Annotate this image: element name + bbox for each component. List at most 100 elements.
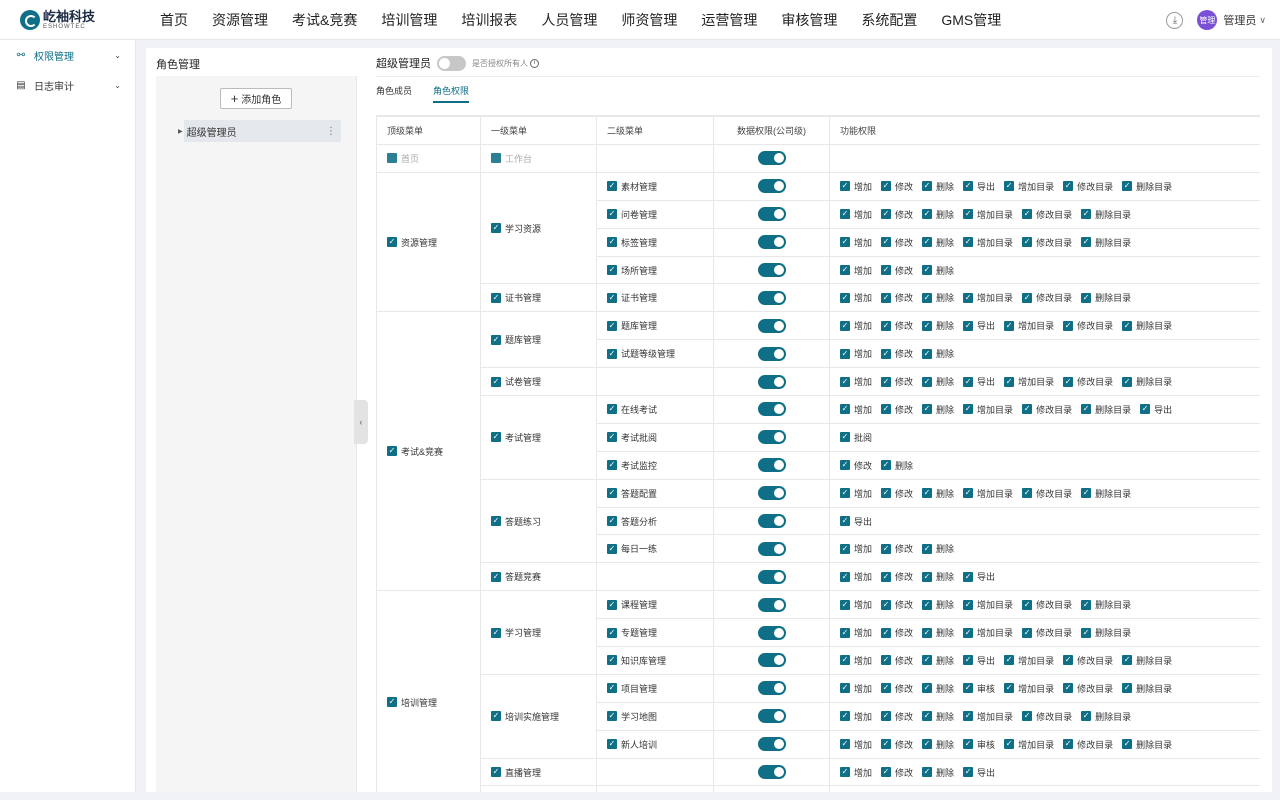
function-checkbox[interactable]: ✓导出 [963,319,995,332]
function-checkbox[interactable]: ✓ 增加 [840,570,872,583]
nav-item[interactable]: 审核管理 [769,0,849,40]
level1-menu-checkbox[interactable]: ✓ 证书管理 [491,291,541,304]
avatar[interactable]: 管理 [1197,10,1218,30]
top-menu-checkbox[interactable]: ✓ 资源管理 [387,236,437,249]
function-checkbox[interactable]: ✓增加目录 [1004,180,1054,193]
function-checkbox[interactable]: ✓ 审核 [963,682,995,695]
function-checkbox[interactable]: ✓删除目录 [1081,626,1131,639]
function-checkbox[interactable]: ✓修改 [881,236,913,249]
function-checkbox[interactable]: ✓修改 [840,459,872,472]
data-permission-toggle[interactable] [757,263,786,277]
nav-item[interactable]: 人员管理 [529,0,609,40]
function-checkbox[interactable]: ✓删除 [922,626,954,639]
data-permission-toggle[interactable] [757,681,786,696]
level1-menu-checkbox[interactable]: ✓ 考试管理 [491,431,541,444]
function-checkbox[interactable]: ✓ 增加 [840,738,872,751]
function-checkbox[interactable]: ✓导出 [963,180,995,193]
info-icon[interactable]: i [530,58,539,68]
level2-menu-checkbox[interactable]: ✓ 新人培训 [607,738,657,751]
function-checkbox[interactable]: ✓ 增加 [840,626,872,639]
function-checkbox[interactable]: ✓修改 [881,738,913,751]
function-checkbox[interactable]: ✓修改目录 [1022,208,1072,221]
data-permission-toggle[interactable] [757,318,786,333]
function-checkbox[interactable]: ✓删除目录 [1081,208,1131,221]
function-checkbox[interactable]: ✓修改 [881,319,913,332]
level2-menu-checkbox[interactable]: ✓ 标签管理 [607,236,657,249]
level1-menu-checkbox[interactable]: ✓ 答题练习 [491,515,541,528]
add-role-button[interactable]: + 添加角色 [220,88,292,109]
level2-menu-checkbox[interactable]: ✓ 项目管理 [607,682,657,695]
data-permission-toggle[interactable] [757,290,786,305]
function-checkbox[interactable]: ✓增加目录 [1004,654,1054,667]
function-checkbox[interactable]: ✓ 增加 [840,487,872,500]
data-permission-toggle[interactable] [757,402,786,417]
function-checkbox[interactable]: ✓删除目录 [1122,319,1172,332]
level2-menu-checkbox[interactable]: ✓ 场所管理 [607,264,657,277]
function-checkbox[interactable]: ✓修改目录 [1022,403,1072,416]
function-checkbox[interactable]: ✓导出 [1140,403,1172,416]
function-checkbox[interactable]: ✓修改 [881,375,913,388]
function-checkbox[interactable]: ✓删除 [922,375,954,388]
more-vertical-icon[interactable]: ⋮ [326,126,336,137]
nav-item[interactable]: 师资管理 [609,0,689,40]
level1-menu-checkbox[interactable]: ✓ 答题竞赛 [491,570,541,583]
logo[interactable]: 屹袖科技 ESHOWTEC [0,9,148,30]
function-checkbox[interactable]: ✓删除 [922,208,954,221]
nav-item[interactable]: 考试&竞赛 [280,0,369,40]
nav-item[interactable]: 首页 [148,0,200,40]
top-menu-checkbox[interactable]: ✓ 首页 [387,152,419,165]
data-permission-toggle[interactable] [757,430,786,445]
function-checkbox[interactable]: ✓删除 [922,291,954,304]
function-checkbox[interactable]: ✓删除 [922,542,954,555]
level1-menu-checkbox[interactable]: ✓ 题库管理 [491,333,541,346]
function-checkbox[interactable]: ✓修改目录 [1063,738,1113,751]
data-permission-toggle[interactable] [757,514,786,529]
function-checkbox[interactable]: ✓修改 [881,180,913,193]
level2-menu-checkbox[interactable]: ✓ 专题管理 [607,626,657,639]
function-checkbox[interactable]: ✓修改 [881,598,913,611]
user-name[interactable]: 管理员 [1223,12,1256,28]
level2-menu-checkbox[interactable]: ✓ 题库管理 [607,319,657,332]
function-checkbox[interactable]: ✓导出 [840,515,872,528]
function-checkbox[interactable]: ✓修改目录 [1063,375,1113,388]
function-checkbox[interactable]: ✓删除 [922,264,954,277]
function-checkbox[interactable]: ✓ 增加 [840,236,872,249]
function-checkbox[interactable]: ✓修改 [881,291,913,304]
function-checkbox[interactable]: ✓ 审核 [963,738,995,751]
function-checkbox[interactable]: ✓ 增加 [840,180,872,193]
function-checkbox[interactable]: ✓ 增加 [840,654,872,667]
role-tree-item[interactable]: ▶ 超级管理员 ⋮ [178,120,341,142]
function-checkbox[interactable]: ✓删除 [922,487,954,500]
function-checkbox[interactable]: ✓修改 [881,542,913,555]
function-checkbox[interactable]: ✓修改 [881,570,913,583]
tab[interactable]: 角色成员 [376,84,412,103]
level2-menu-checkbox[interactable]: ✓ 试题等级管理 [607,347,675,360]
level2-menu-checkbox[interactable]: ✓ 每日一练 [607,542,657,555]
level1-menu-checkbox[interactable]: ✓ 学习管理 [491,626,541,639]
function-checkbox[interactable]: ✓修改 [881,766,913,779]
function-checkbox[interactable]: ✓删除 [922,236,954,249]
level1-menu-checkbox[interactable]: ✓ 学习资源 [491,222,541,235]
function-checkbox[interactable]: ✓删除目录 [1122,375,1172,388]
chevron-down-icon[interactable]: ⌄ [114,81,121,90]
function-checkbox[interactable]: ✓删除 [922,319,954,332]
function-checkbox[interactable]: ✓删除 [922,738,954,751]
function-checkbox[interactable]: ✓删除目录 [1081,403,1131,416]
function-checkbox[interactable]: ✓删除 [922,654,954,667]
function-checkbox[interactable]: ✓删除 [922,710,954,723]
function-checkbox[interactable]: ✓删除目录 [1081,236,1131,249]
function-checkbox[interactable]: ✓增加目录 [963,598,1013,611]
function-checkbox[interactable]: ✓导出 [963,375,995,388]
function-checkbox[interactable]: ✓删除 [922,347,954,360]
level2-menu-checkbox[interactable]: ✓ 考试监控 [607,459,657,472]
function-checkbox[interactable]: ✓修改 [881,654,913,667]
data-permission-toggle[interactable] [757,737,786,752]
nav-item[interactable]: 系统配置 [849,0,929,40]
function-checkbox[interactable]: ✓增加目录 [963,487,1013,500]
function-checkbox[interactable]: ✓删除 [881,459,913,472]
function-checkbox[interactable]: ✓删除目录 [1081,710,1131,723]
data-permission-toggle[interactable] [757,486,786,501]
function-checkbox[interactable]: ✓删除目录 [1122,682,1172,695]
function-checkbox[interactable]: ✓增加目录 [1004,375,1054,388]
function-checkbox[interactable]: ✓增加目录 [1004,682,1054,695]
